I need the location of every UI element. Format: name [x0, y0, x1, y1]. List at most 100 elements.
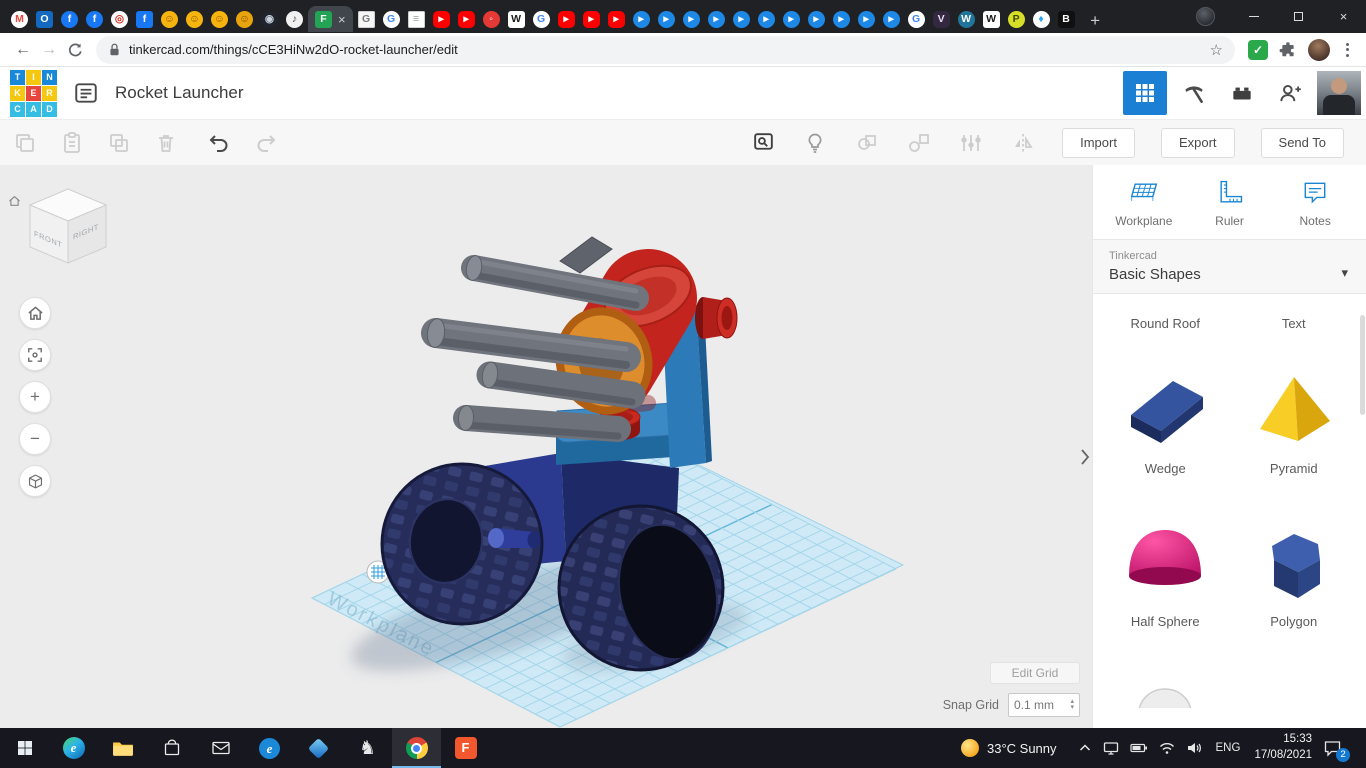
- tab-target[interactable]: ◎: [108, 6, 131, 32]
- 3d-viewport[interactable]: Workplane FRONT RIGHT + − Edit Grid Snap…: [0, 165, 1092, 728]
- tool-notes[interactable]: Notes: [1272, 178, 1358, 228]
- taskbar-f-app[interactable]: F: [441, 728, 490, 768]
- shape-text[interactable]: Text: [1230, 310, 1359, 331]
- tab-vanced[interactable]: V: [930, 6, 953, 32]
- shape-library-dropdown[interactable]: Tinkercad Basic Shapes ▾: [1093, 239, 1366, 294]
- model-fin[interactable]: [559, 236, 613, 274]
- tab-search-button[interactable]: [1196, 7, 1215, 26]
- tab-blue-play[interactable]: ▸: [780, 6, 803, 32]
- blocks-pickaxe-button[interactable]: [1173, 72, 1215, 114]
- align-button[interactable]: [958, 130, 984, 156]
- tab-facebook-sq[interactable]: f: [133, 6, 156, 32]
- tab-blue-play[interactable]: ▸: [705, 6, 728, 32]
- redo-button[interactable]: [253, 130, 279, 156]
- hidden-icons-button[interactable]: [1078, 742, 1092, 754]
- model-pivot-disc[interactable]: [695, 297, 738, 339]
- tray-volume-icon[interactable]: [1186, 741, 1202, 755]
- tab-blue-play[interactable]: ▸: [730, 6, 753, 32]
- duplicate-button[interactable]: [106, 130, 132, 156]
- tab-blue-play[interactable]: ▸: [680, 6, 703, 32]
- tab-voice[interactable]: ♪: [283, 6, 306, 32]
- shape-half-sphere[interactable]: Half Sphere: [1101, 520, 1230, 629]
- edit-grid-button[interactable]: Edit Grid: [990, 662, 1080, 684]
- taskbar-game[interactable]: ♞: [343, 728, 392, 768]
- tab-youtube[interactable]: ▸: [430, 6, 453, 32]
- tab-google[interactable]: G: [905, 6, 928, 32]
- extensions-puzzle-icon[interactable]: [1278, 41, 1297, 59]
- tab-emoji[interactable]: ☺: [158, 6, 181, 32]
- minimize-button[interactable]: [1231, 0, 1276, 33]
- tips-button[interactable]: [802, 130, 828, 156]
- send-to-button[interactable]: Send To: [1260, 127, 1344, 158]
- zoom-out-button[interactable]: −: [19, 423, 51, 455]
- action-center-button[interactable]: 2: [1323, 739, 1350, 762]
- view-cube[interactable]: FRONT RIGHT: [18, 185, 118, 276]
- taskbar-chrome[interactable]: [392, 728, 441, 768]
- bookmark-star-icon[interactable]: ☆: [1210, 41, 1223, 59]
- import-button[interactable]: Import: [1062, 127, 1135, 158]
- copy-button[interactable]: [12, 130, 38, 156]
- taskbar-mail[interactable]: [196, 728, 245, 768]
- design-title[interactable]: Rocket Launcher: [115, 83, 244, 103]
- maximize-button[interactable]: [1276, 0, 1321, 33]
- new-tab-button[interactable]: +: [1083, 8, 1108, 33]
- shape-polygon[interactable]: Polygon: [1230, 520, 1359, 629]
- home-view-button[interactable]: [19, 297, 51, 329]
- tab-youtube[interactable]: ▸: [580, 6, 603, 32]
- tab-facebook[interactable]: f: [58, 6, 81, 32]
- reload-button[interactable]: [62, 42, 88, 58]
- tab-strip[interactable]: M Of f ◎ f ☺ ☺ ☺ ☺ ◉ ♪ F × G G ≡ ▸ ▸ ◦ W G ▸ ▸ ▸ ▸ ▸ ▸ ▸ ▸ ▸ ▸ ▸ ▸ ▸ ▸ G V W W…: [8, 0, 1078, 33]
- group-button[interactable]: [854, 130, 880, 156]
- tab-wikipedia[interactable]: W: [980, 6, 1003, 32]
- tab-blue-play[interactable]: ▸: [655, 6, 678, 32]
- tray-wifi-icon[interactable]: [1159, 742, 1175, 755]
- tab-blue-play[interactable]: ▸: [880, 6, 903, 32]
- design-menu-button[interactable]: [73, 80, 99, 106]
- tab-google[interactable]: G: [380, 6, 403, 32]
- tab-blue-play[interactable]: ▸: [805, 6, 828, 32]
- tab-emoji[interactable]: ☺: [183, 6, 206, 32]
- tab-youtube[interactable]: ▸: [605, 6, 628, 32]
- tab-red-dot[interactable]: ◦: [480, 6, 503, 32]
- dashboard-grid-button[interactable]: [1123, 71, 1167, 115]
- taskbar-weather[interactable]: 33°C Sunny: [951, 739, 1067, 757]
- taskbar-photos[interactable]: [294, 728, 343, 768]
- perspective-toggle-button[interactable]: [19, 465, 51, 497]
- tray-monitor-icon[interactable]: [1103, 741, 1119, 756]
- tab-facebook[interactable]: f: [83, 6, 106, 32]
- bricks-button[interactable]: [1221, 72, 1263, 114]
- mirror-button[interactable]: [1010, 130, 1036, 156]
- tab-gmail[interactable]: M: [8, 6, 31, 32]
- taskbar-edge[interactable]: e: [49, 728, 98, 768]
- snap-grid-select[interactable]: 0.1 mm ▴ ▾: [1008, 693, 1080, 717]
- tool-workplane[interactable]: Workplane: [1101, 178, 1187, 228]
- tab-doc[interactable]: ≡: [405, 6, 428, 32]
- tool-ruler[interactable]: Ruler: [1187, 178, 1273, 228]
- omnibox[interactable]: tinkercad.com/things/cCE3HiNw2dO-rocket-…: [96, 35, 1235, 64]
- tab-steam[interactable]: ◉: [258, 6, 281, 32]
- forward-button[interactable]: →: [36, 41, 62, 59]
- tab-blue-play[interactable]: ▸: [630, 6, 653, 32]
- tab-translate[interactable]: G: [355, 6, 378, 32]
- tab-google[interactable]: G: [530, 6, 553, 32]
- shape-wedge[interactable]: Wedge: [1101, 367, 1230, 476]
- 3d-scene[interactable]: Workplane: [0, 165, 1092, 728]
- tab-wikipedia[interactable]: W: [505, 6, 528, 32]
- export-button[interactable]: Export: [1160, 127, 1235, 158]
- delete-button[interactable]: [153, 130, 179, 156]
- share-invite-button[interactable]: [1269, 72, 1311, 114]
- language-indicator[interactable]: ENG: [1213, 742, 1244, 754]
- tab-youtube[interactable]: ▸: [555, 6, 578, 32]
- model-rocket-launcher[interactable]: [380, 236, 738, 672]
- close-button[interactable]: ×: [1321, 0, 1366, 33]
- tab-p2[interactable]: P: [1005, 6, 1028, 32]
- ungroup-button[interactable]: [906, 130, 932, 156]
- tab-youtube[interactable]: ▸: [455, 6, 478, 32]
- tab-blue-play[interactable]: ▸: [830, 6, 853, 32]
- taskbar-store[interactable]: [147, 728, 196, 768]
- tinkercad-logo[interactable]: TIN KER CAD: [10, 69, 57, 117]
- tab-outlook[interactable]: O: [33, 6, 56, 32]
- tab-emoji[interactable]: ☺: [233, 6, 256, 32]
- fit-view-button[interactable]: [19, 339, 51, 371]
- browser-profile-avatar[interactable]: [1308, 38, 1330, 61]
